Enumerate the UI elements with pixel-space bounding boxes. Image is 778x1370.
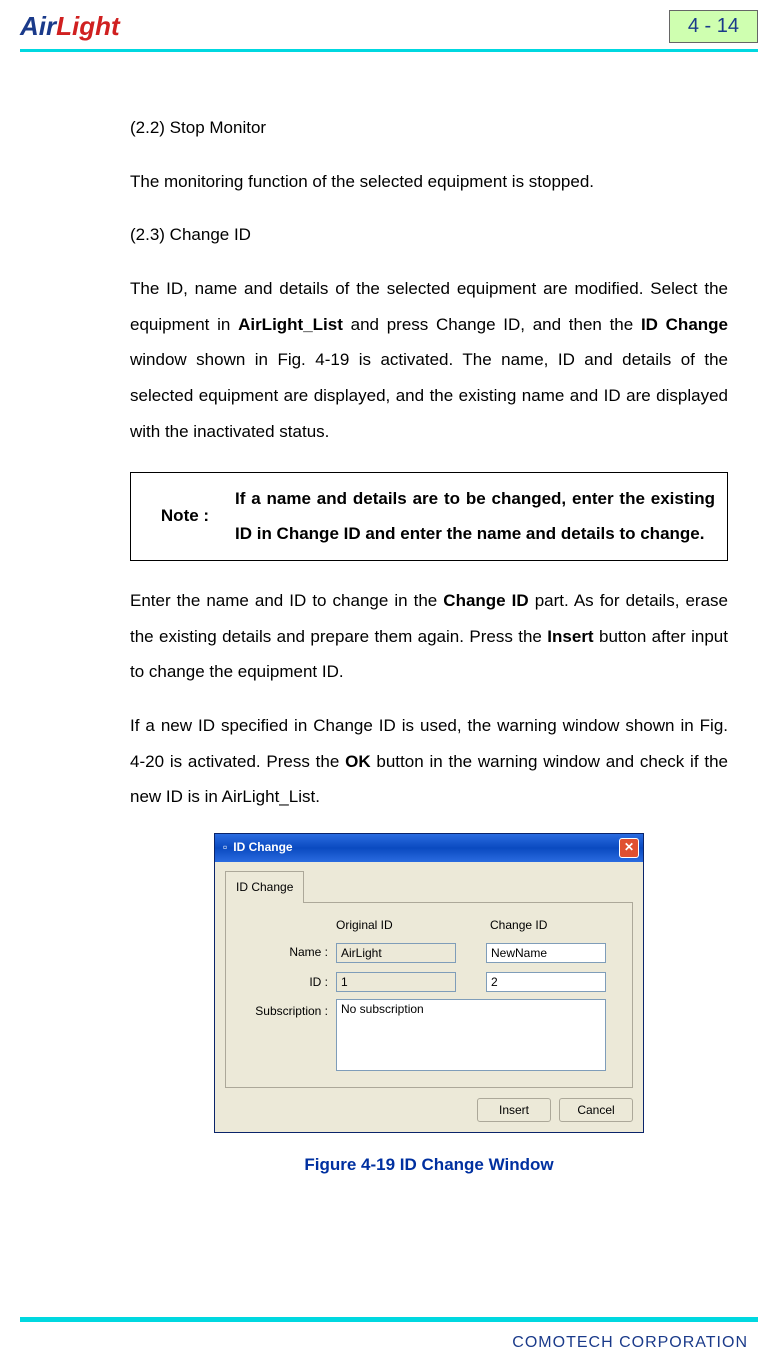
note-box: Note : If a name and details are to be c…: [130, 472, 728, 561]
t1c: and press Change ID, and then the: [343, 315, 641, 334]
text-2-3-p1: The ID, name and details of the selected…: [130, 271, 728, 449]
main-content: (2.2) Stop Monitor The monitoring functi…: [0, 52, 778, 1182]
subscription-textarea[interactable]: [336, 999, 606, 1071]
col-header-change: Change ID: [490, 913, 620, 938]
row-id: ID :: [236, 970, 622, 995]
b1b: Change ID: [443, 591, 528, 610]
b2b: OK: [345, 752, 371, 771]
dialog-titlebar[interactable]: ▫ ID Change ✕: [215, 834, 643, 862]
b1d: Insert: [547, 627, 593, 646]
logo: AirLight: [20, 11, 120, 42]
close-icon[interactable]: ✕: [619, 838, 639, 858]
label-id: ID :: [236, 970, 336, 995]
col-header-original: Original ID: [336, 913, 466, 938]
id-change-dialog: ▫ ID Change ✕ ID Change Original ID Chan…: [214, 833, 644, 1133]
t1b: AirLight_List: [238, 315, 343, 334]
dialog-title-text: ID Change: [233, 835, 292, 860]
heading-2-2: (2.2) Stop Monitor: [130, 110, 728, 146]
text-2-2: The monitoring function of the selected …: [130, 164, 728, 200]
page-number: 4 - 14: [669, 10, 758, 43]
heading-2-3: (2.3) Change ID: [130, 217, 728, 253]
logo-part-light: Light: [56, 11, 120, 41]
insert-button[interactable]: Insert: [477, 1098, 551, 1122]
footer-text: COMOTECH CORPORATION: [512, 1334, 748, 1352]
note-text: If a name and details are to be changed,…: [235, 481, 723, 552]
dialog-figure: ▫ ID Change ✕ ID Change Original ID Chan…: [130, 833, 728, 1133]
row-subscription: Subscription :: [236, 999, 622, 1071]
orig-name-input: [336, 943, 456, 963]
change-id-input[interactable]: [486, 972, 606, 992]
change-name-input[interactable]: [486, 943, 606, 963]
body2-p1: Enter the name and ID to change in the C…: [130, 583, 728, 690]
label-subscription: Subscription :: [236, 999, 336, 1024]
logo-part-air: Air: [20, 11, 56, 41]
page-header: AirLight 4 - 14: [0, 0, 778, 43]
row-name: Name :: [236, 940, 622, 965]
orig-id-input: [336, 972, 456, 992]
t1d: ID Change: [641, 315, 728, 334]
tab-strip: ID Change: [215, 862, 643, 902]
footer-divider: [20, 1317, 758, 1322]
cancel-button[interactable]: Cancel: [559, 1098, 633, 1122]
dialog-buttons: Insert Cancel: [215, 1098, 643, 1132]
dialog-title: ▫ ID Change: [223, 835, 293, 860]
figure-caption: Figure 4-19 ID Change Window: [130, 1147, 728, 1183]
tab-panel: Original ID Change ID Name : ID :: [225, 902, 633, 1088]
note-label: Note :: [135, 498, 235, 534]
b1a: Enter the name and ID to change in the: [130, 591, 443, 610]
column-headers: Original ID Change ID: [336, 913, 622, 938]
label-name: Name :: [236, 940, 336, 965]
t1e: window shown in Fig. 4-19 is activated. …: [130, 350, 728, 440]
tab-id-change[interactable]: ID Change: [225, 871, 304, 903]
app-icon: ▫: [223, 835, 227, 860]
body2-p2: If a new ID specified in Change ID is us…: [130, 708, 728, 815]
